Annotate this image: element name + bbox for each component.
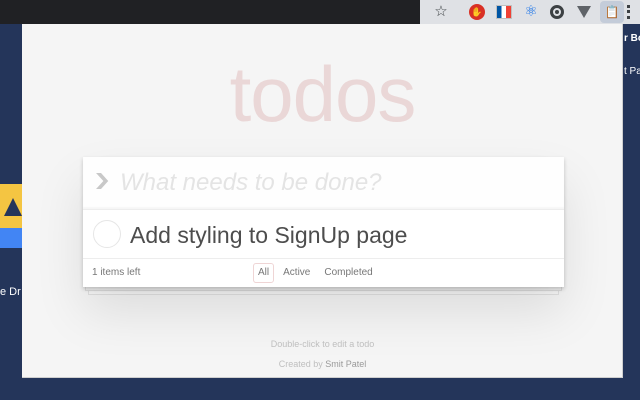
credit-prefix: Created by [278, 359, 323, 369]
more-menu-icon[interactable] [626, 4, 632, 20]
bookmark-star-icon[interactable]: ☆ [433, 4, 449, 20]
filter-list: All Active Completed [253, 263, 378, 283]
background-logo-shape [4, 198, 22, 216]
filter-all[interactable]: All [253, 263, 275, 283]
background-right-text-2: t Pa [624, 66, 640, 77]
todo-footer: 1 items left All Active Completed [83, 259, 564, 287]
todo-item-label[interactable]: Add styling to SignUp page [130, 221, 407, 249]
todo-card: ❯ Add styling to SignUp page 1 items lef… [83, 157, 564, 287]
app-title: todos [229, 50, 417, 138]
adblock-icon[interactable]: ✋ [469, 4, 485, 20]
vue-devtools-icon[interactable] [577, 6, 591, 18]
filter-completed[interactable]: Completed [319, 263, 377, 283]
extension-popup: todos ❯ Add styling to SignUp page 1 ite… [22, 24, 623, 378]
flag-icon[interactable] [496, 5, 512, 19]
todo-item[interactable]: Add styling to SignUp page [83, 210, 564, 259]
card-stack-shadow-1 [85, 287, 562, 291]
new-todo-input[interactable] [120, 167, 550, 199]
items-left-count: 1 items left [92, 267, 141, 278]
edit-hint: Double-click to edit a todo [270, 339, 375, 349]
browser-toolbar: ☆ ✋ ⚛ 📋 [0, 0, 640, 24]
author-link[interactable]: Smit Patel [325, 359, 366, 369]
background-drive-logo [0, 184, 22, 248]
target-icon[interactable] [550, 5, 564, 19]
todo-extension-icon[interactable]: 📋 [600, 1, 624, 23]
card-stack-shadow-2 [88, 291, 559, 295]
background-left-text: e Dr [0, 286, 21, 298]
new-todo-row: ❯ [83, 157, 564, 210]
credit-line: Created by Smit Patel [22, 359, 622, 369]
filter-active[interactable]: Active [278, 263, 315, 283]
toggle-all-chevron-icon[interactable]: ❯ [92, 171, 112, 191]
background-right-text-1: r Bo [624, 33, 640, 44]
address-bar-area [0, 0, 420, 24]
todo-complete-checkbox[interactable] [93, 220, 121, 248]
react-devtools-icon[interactable]: ⚛ [523, 4, 539, 20]
